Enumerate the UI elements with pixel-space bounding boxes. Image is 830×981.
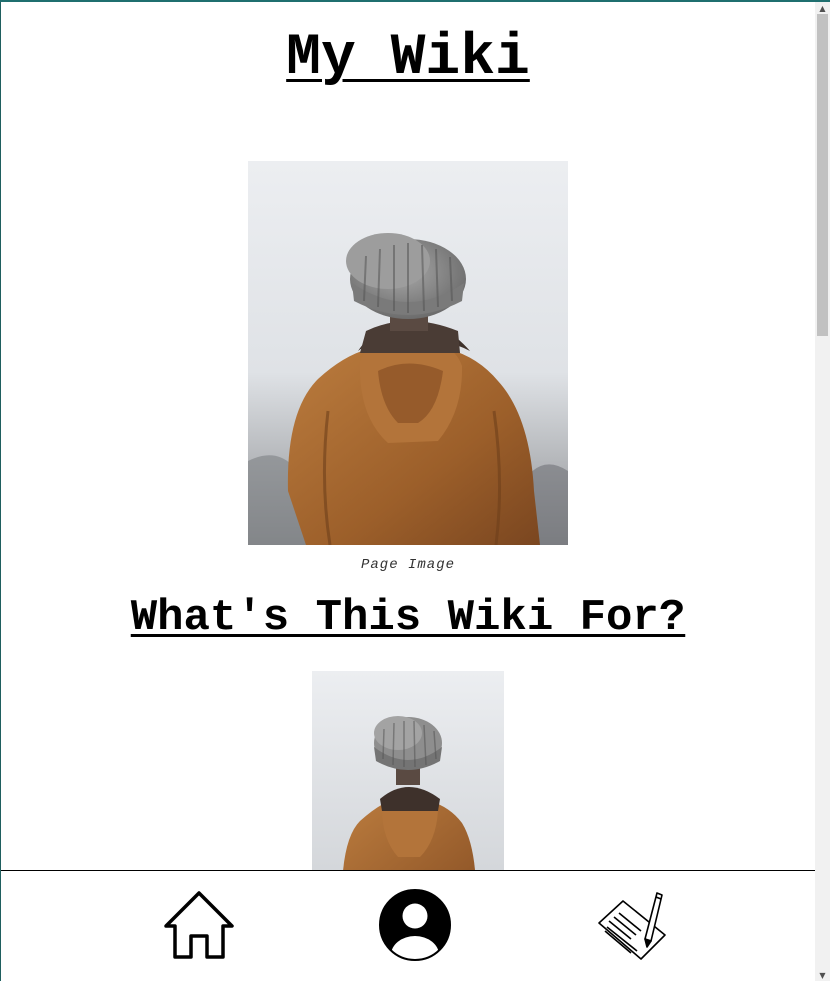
profile-button[interactable] bbox=[377, 887, 453, 963]
page-image bbox=[248, 161, 568, 545]
page-content: My Wiki Page Image What's This Wiki For? bbox=[1, 2, 815, 870]
house-icon bbox=[164, 891, 234, 959]
home-button[interactable] bbox=[161, 887, 237, 963]
person-in-beanie-photo bbox=[248, 161, 568, 545]
person-in-beanie-photo-small bbox=[312, 671, 504, 870]
section-heading: What's This Wiki For? bbox=[130, 593, 686, 643]
user-profile-icon bbox=[379, 889, 451, 961]
page-image-caption: Page Image bbox=[360, 557, 455, 573]
site-title[interactable]: My Wiki bbox=[1, 26, 815, 92]
edit-page-button[interactable] bbox=[595, 887, 671, 963]
bottom-navigation bbox=[1, 870, 815, 981]
scroll-down-arrow[interactable]: ▼ bbox=[815, 969, 830, 981]
section-image bbox=[312, 671, 504, 870]
vertical-scrollbar[interactable]: ▲ ▼ bbox=[815, 2, 830, 981]
scrollbar-thumb[interactable] bbox=[817, 14, 828, 336]
scroll-up-arrow[interactable]: ▲ bbox=[815, 2, 830, 14]
notepad-pencil-icon bbox=[598, 892, 666, 960]
